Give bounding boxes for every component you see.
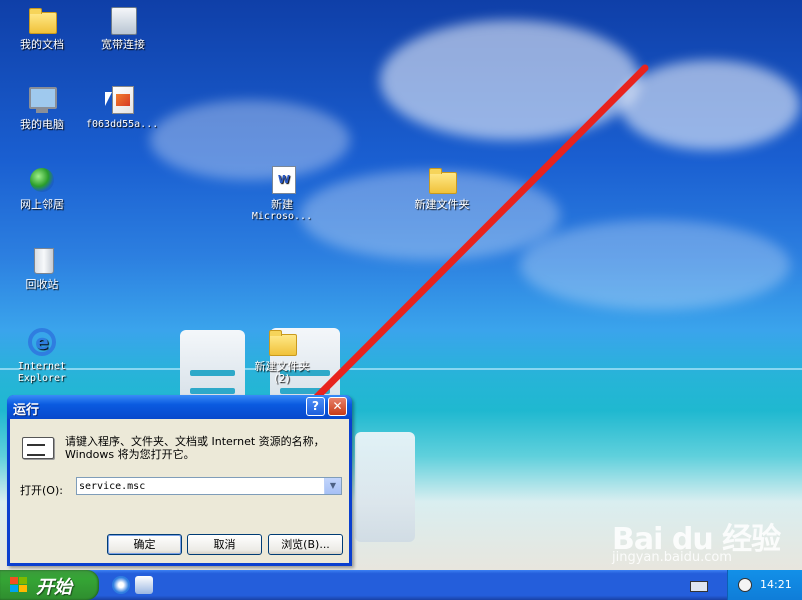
run-icon (22, 437, 54, 459)
dialog-title: 运行 (13, 403, 40, 418)
dialog-description: 请键入程序、文件夹、文档或 Internet 资源的名称，Windows 将为您… (65, 435, 325, 461)
open-input[interactable] (79, 478, 323, 494)
dialog-body: 请键入程序、文件夹、文档或 Internet 资源的名称，Windows 将为您… (10, 419, 349, 563)
internet-explorer-quicklaunch-icon[interactable] (112, 576, 130, 594)
run-dialog: 运行 ? ✕ 请键入程序、文件夹、文档或 Internet 资源的名称，Wind… (7, 395, 352, 566)
close-button[interactable]: ✕ (328, 397, 347, 416)
watermark: Bai du 经验 jingyan.baidu.com (612, 514, 781, 565)
desktop-background: 我的文档 宽带连接 我的电脑 f063dd55a... 网上邻居 W 新建 Mi… (0, 0, 802, 570)
system-tray: 14:21 (727, 570, 802, 600)
taskbar: 开始 14:21 (0, 570, 802, 600)
volume-icon[interactable] (738, 578, 752, 592)
clock[interactable]: 14:21 (760, 578, 792, 591)
ok-button[interactable]: 确定 (107, 534, 182, 555)
open-combobox[interactable]: ▼ (76, 477, 342, 495)
dialog-titlebar[interactable]: 运行 ? ✕ (7, 395, 352, 419)
keyboard-icon[interactable] (690, 581, 708, 592)
open-label: 打开(O): (20, 484, 63, 497)
windows-logo-icon (10, 577, 28, 593)
browse-button[interactable]: 浏览(B)... (268, 534, 343, 555)
help-button[interactable]: ? (306, 397, 325, 416)
watermark-site: jingyan.baidu.com (612, 550, 732, 565)
start-label: 开始 (36, 577, 72, 598)
start-button[interactable]: 开始 (0, 570, 99, 600)
show-desktop-icon[interactable] (135, 576, 153, 594)
chevron-down-icon[interactable]: ▼ (324, 478, 341, 494)
cancel-button[interactable]: 取消 (187, 534, 262, 555)
